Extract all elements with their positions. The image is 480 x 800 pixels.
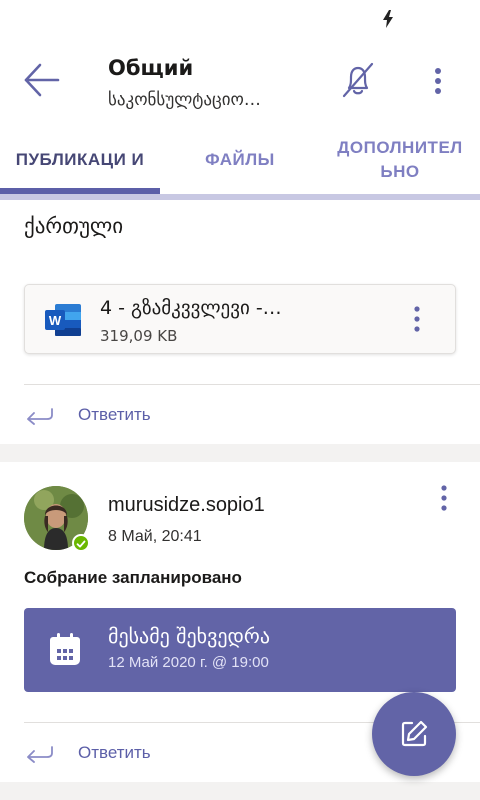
reply-label: Ответить bbox=[78, 405, 151, 424]
status-bar bbox=[0, 0, 480, 40]
presence-available-badge bbox=[72, 534, 90, 552]
check-icon bbox=[76, 540, 86, 548]
meeting-card[interactable]: მესამე შეხვედრა 12 Май 2020 г. @ 19:00 bbox=[24, 608, 456, 692]
reply-button[interactable]: Ответить bbox=[24, 400, 151, 430]
notifications-off-icon[interactable] bbox=[336, 58, 380, 102]
word-icon: W bbox=[45, 304, 81, 336]
app-bar: Общий საკონსულტაციო… bbox=[0, 40, 480, 120]
meeting-name: მესამე შეხვედრა bbox=[108, 624, 270, 648]
post-more-options-icon[interactable] bbox=[436, 484, 452, 512]
reply-label: Ответить bbox=[78, 743, 151, 762]
channel-title: Общий bbox=[108, 56, 194, 80]
author-name[interactable]: murusidze.sopio1 bbox=[108, 494, 265, 517]
post-card: ქართული W 4 - გზამკვვლევი -… 319,09 KB О… bbox=[0, 200, 480, 444]
post-message: Собрание запланировано bbox=[24, 568, 242, 587]
charging-bolt-icon bbox=[383, 10, 393, 28]
more-options-icon[interactable] bbox=[426, 66, 450, 96]
calendar-icon bbox=[50, 633, 80, 665]
reply-arrow-icon bbox=[27, 746, 53, 763]
tab-more[interactable]: ДОПОЛНИТЕЛ ЬНО bbox=[320, 120, 480, 200]
divider bbox=[24, 384, 480, 385]
team-subtitle: საკონსულტაციო… bbox=[108, 90, 261, 110]
back-arrow-icon[interactable] bbox=[22, 62, 62, 98]
reply-arrow-icon bbox=[27, 408, 53, 425]
file-size: 319,09 KB bbox=[100, 327, 178, 345]
reply-button[interactable]: Ответить bbox=[24, 738, 151, 768]
compose-icon bbox=[401, 720, 428, 747]
svg-text:W: W bbox=[49, 313, 62, 328]
file-attachment[interactable]: W 4 - გზამკვვლევი -… 319,09 KB bbox=[24, 284, 456, 354]
file-more-options-icon[interactable] bbox=[409, 305, 425, 333]
tab-files[interactable]: ФАЙЛЫ bbox=[160, 120, 320, 200]
active-tab-indicator bbox=[0, 188, 160, 194]
new-post-button[interactable] bbox=[372, 692, 456, 776]
file-name: 4 - გზამკვვლევი -… bbox=[100, 297, 282, 319]
post-timestamp: 8 Май, 20:41 bbox=[108, 528, 202, 545]
meeting-datetime: 12 Май 2020 г. @ 19:00 bbox=[108, 654, 269, 671]
post-text: ქართული bbox=[24, 214, 124, 238]
